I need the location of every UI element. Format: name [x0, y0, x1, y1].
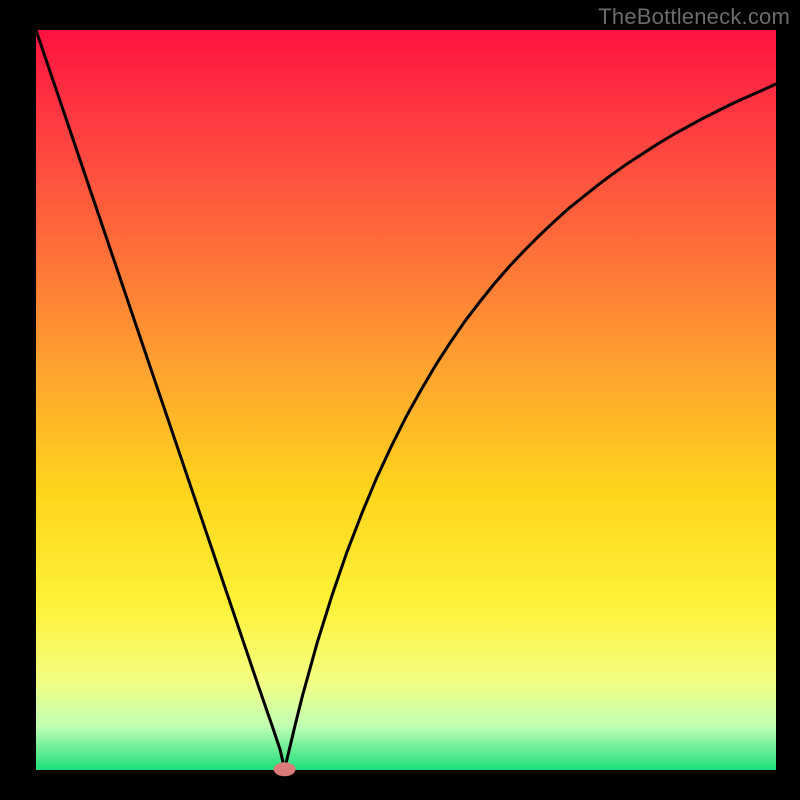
attribution-label: TheBottleneck.com — [598, 4, 790, 30]
chart-frame: TheBottleneck.com — [0, 0, 800, 800]
bottleneck-chart — [0, 0, 800, 800]
optimal-point-marker — [274, 762, 296, 776]
